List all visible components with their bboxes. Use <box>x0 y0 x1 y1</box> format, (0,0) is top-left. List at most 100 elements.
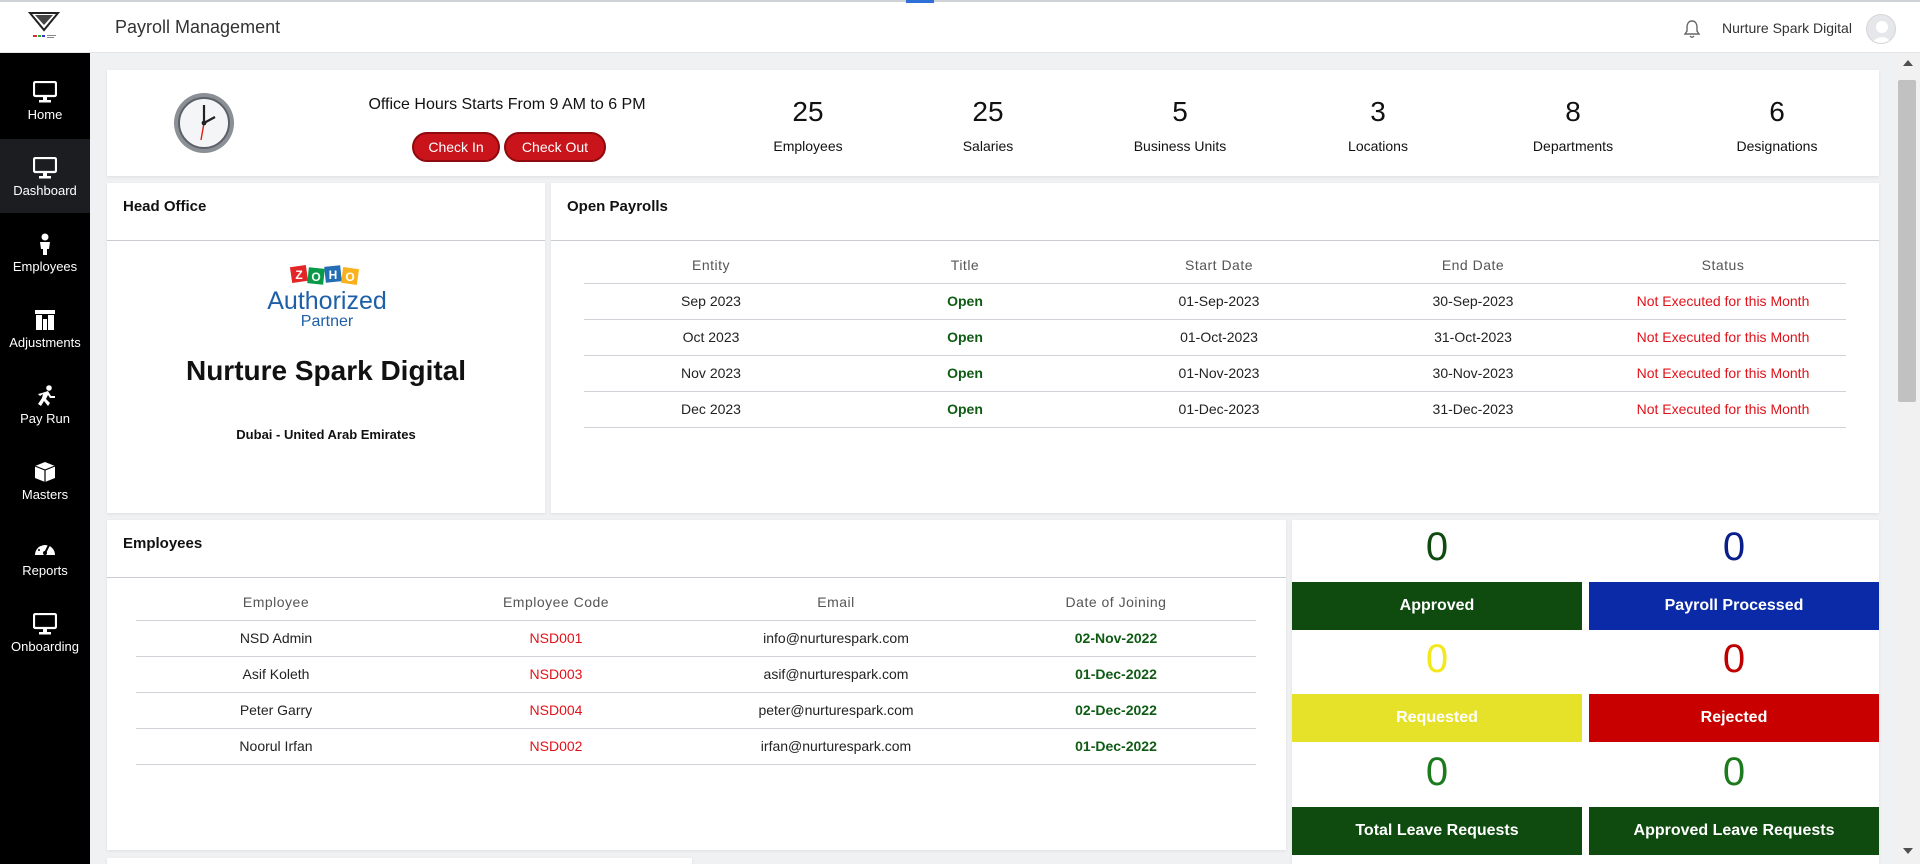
avatar[interactable] <box>1866 14 1896 44</box>
stat-label: Employees <box>773 138 843 154</box>
sidebar-item-home[interactable]: Home <box>0 63 90 137</box>
cell-status: Not Executed for this Month <box>1600 283 1846 320</box>
running-icon <box>38 385 55 406</box>
column-header[interactable]: Employee Code <box>416 584 696 621</box>
table-row[interactable]: Sep 2023 Open 01-Sep-2023 30-Sep-2023 No… <box>584 283 1846 320</box>
person-icon <box>40 233 50 255</box>
sidebar-item-label: Dashboard <box>13 183 77 198</box>
approved-leave-requests-count: 0 <box>1722 750 1746 794</box>
table-row[interactable]: NSD Admin NSD001 info@nurturespark.com 0… <box>136 620 1256 657</box>
stat-value: 6 <box>1769 96 1785 127</box>
stat-value: 3 <box>1370 96 1386 127</box>
table-row[interactable]: Oct 2023 Open 01-Oct-2023 31-Oct-2023 No… <box>584 319 1846 356</box>
cell-employee-code: NSD003 <box>416 656 696 693</box>
cell-title: Open <box>838 319 1092 356</box>
columns-icon <box>35 310 55 330</box>
column-header[interactable]: Entity <box>584 247 838 284</box>
svg-text:Partner: Partner <box>301 313 354 330</box>
sidebar-item-label: Masters <box>21 487 69 502</box>
sidebar-item-employees[interactable]: Employees <box>0 215 90 289</box>
sidebar-item-label: Employees <box>12 259 78 274</box>
clock-icon <box>174 93 234 153</box>
payroll-processed-count: 0 <box>1722 525 1746 569</box>
zoho-logo-mark: Z O H O Authorized Partner <box>267 264 387 330</box>
status-tiles-panel: 0 Approved 0 Payroll Processed 0 Request… <box>1292 520 1879 864</box>
cell-status: Not Executed for this Month <box>1600 355 1846 392</box>
cell-employee: Asif Koleth <box>136 656 416 693</box>
bell-icon[interactable] <box>1683 19 1701 39</box>
approved-leave-requests-tile[interactable]: Approved Leave Requests <box>1589 807 1879 855</box>
cell-employee-code: NSD004 <box>416 692 696 729</box>
check-in-button[interactable]: Check In <box>412 132 500 162</box>
rejected-tile[interactable]: Rejected <box>1589 694 1879 742</box>
sidebar-item-label: Home <box>27 107 63 122</box>
column-header[interactable]: Employee <box>136 584 416 621</box>
stat-label: Salaries <box>962 138 1014 154</box>
card-title: Open Payrolls <box>551 183 1879 241</box>
sidebar-item-dashboard[interactable]: Dashboard <box>0 139 90 213</box>
table-row[interactable]: Dec 2023 Open 01-Dec-2023 31-Dec-2023 No… <box>584 391 1846 428</box>
table-row[interactable]: Nov 2023 Open 01-Nov-2023 30-Nov-2023 No… <box>584 355 1846 392</box>
cell-entity: Sep 2023 <box>584 283 838 320</box>
monitor-icon <box>33 613 57 635</box>
open-payrolls-table: Entity Title Start Date End Date Status … <box>584 247 1846 428</box>
lower-card <box>107 858 692 864</box>
cell-entity: Oct 2023 <box>584 319 838 356</box>
scroll-up-arrow-icon[interactable] <box>1903 60 1913 66</box>
cell-end-date: 30-Sep-2023 <box>1346 283 1600 320</box>
stat-employees: 25 Employees <box>733 96 883 154</box>
sidebar: Home Dashboard Employees Adjustments Pay… <box>0 53 90 864</box>
summary-card: Office Hours Starts From 9 AM to 6 PM Ch… <box>107 70 1879 176</box>
card-title: Head Office <box>107 183 545 241</box>
total-leave-requests-count: 0 <box>1425 750 1449 794</box>
column-header[interactable]: Status <box>1600 247 1846 284</box>
cell-status: Not Executed for this Month <box>1600 319 1846 356</box>
cell-status: Not Executed for this Month <box>1600 391 1846 428</box>
scrollbar-thumb[interactable] <box>1898 80 1916 402</box>
gauge-icon <box>35 542 55 555</box>
cell-employee: Noorul Irfan <box>136 728 416 765</box>
column-header[interactable]: Title <box>838 247 1092 284</box>
cell-date-of-joining: 01-Dec-2022 <box>976 656 1256 693</box>
zoho-partner-logo: Z O H O Authorized Partner <box>267 263 387 333</box>
column-header[interactable]: Start Date <box>1092 247 1346 284</box>
requested-tile[interactable]: Requested <box>1292 694 1582 742</box>
stat-value: 8 <box>1565 96 1581 127</box>
stat-designations: 6 Designations <box>1702 96 1852 154</box>
sidebar-item-onboarding[interactable]: Onboarding <box>0 595 90 669</box>
column-header[interactable]: Date of Joining <box>976 584 1256 621</box>
requested-count: 0 <box>1425 637 1449 681</box>
monitor-icon <box>33 81 57 103</box>
cell-start-date: 01-Oct-2023 <box>1092 319 1346 356</box>
company-logo[interactable] <box>24 10 64 46</box>
column-header[interactable]: Email <box>696 584 976 621</box>
stat-value: 25 <box>792 96 824 127</box>
table-row[interactable]: Peter Garry NSD004 peter@nurturespark.co… <box>136 692 1256 729</box>
approved-count: 0 <box>1425 525 1449 569</box>
approved-tile[interactable]: Approved <box>1292 582 1582 630</box>
user-name[interactable]: Nurture Spark Digital <box>1722 20 1852 36</box>
svg-text:O: O <box>311 270 320 284</box>
cell-start-date: 01-Sep-2023 <box>1092 283 1346 320</box>
stat-label: Locations <box>1348 138 1408 154</box>
sidebar-item-pay-run[interactable]: Pay Run <box>0 367 90 441</box>
cell-email: irfan@nurturespark.com <box>696 728 976 765</box>
scroll-down-arrow-icon[interactable] <box>1903 848 1913 854</box>
payroll-processed-tile[interactable]: Payroll Processed <box>1589 582 1879 630</box>
table-row[interactable]: Asif Koleth NSD003 asif@nurturespark.com… <box>136 656 1256 693</box>
cell-start-date: 01-Nov-2023 <box>1092 355 1346 392</box>
sidebar-item-label: Onboarding <box>11 639 79 654</box>
check-out-button[interactable]: Check Out <box>504 132 606 162</box>
column-header[interactable]: End Date <box>1346 247 1600 284</box>
sidebar-item-masters[interactable]: Masters <box>0 443 90 517</box>
total-leave-requests-tile[interactable]: Total Leave Requests <box>1292 807 1582 855</box>
sidebar-item-reports[interactable]: Reports <box>0 519 90 593</box>
stat-value: 25 <box>972 96 1004 127</box>
table-row[interactable]: Noorul Irfan NSD002 irfan@nurturespark.c… <box>136 728 1256 765</box>
user-icon <box>1871 21 1893 43</box>
open-payrolls-card: Open Payrolls Entity Title Start Date En… <box>551 183 1879 513</box>
box-icon <box>34 462 56 482</box>
office-hours-text: Office Hours Starts From 9 AM to 6 PM <box>368 96 646 113</box>
cell-date-of-joining: 02-Dec-2022 <box>976 692 1256 729</box>
sidebar-item-adjustments[interactable]: Adjustments <box>0 291 90 365</box>
